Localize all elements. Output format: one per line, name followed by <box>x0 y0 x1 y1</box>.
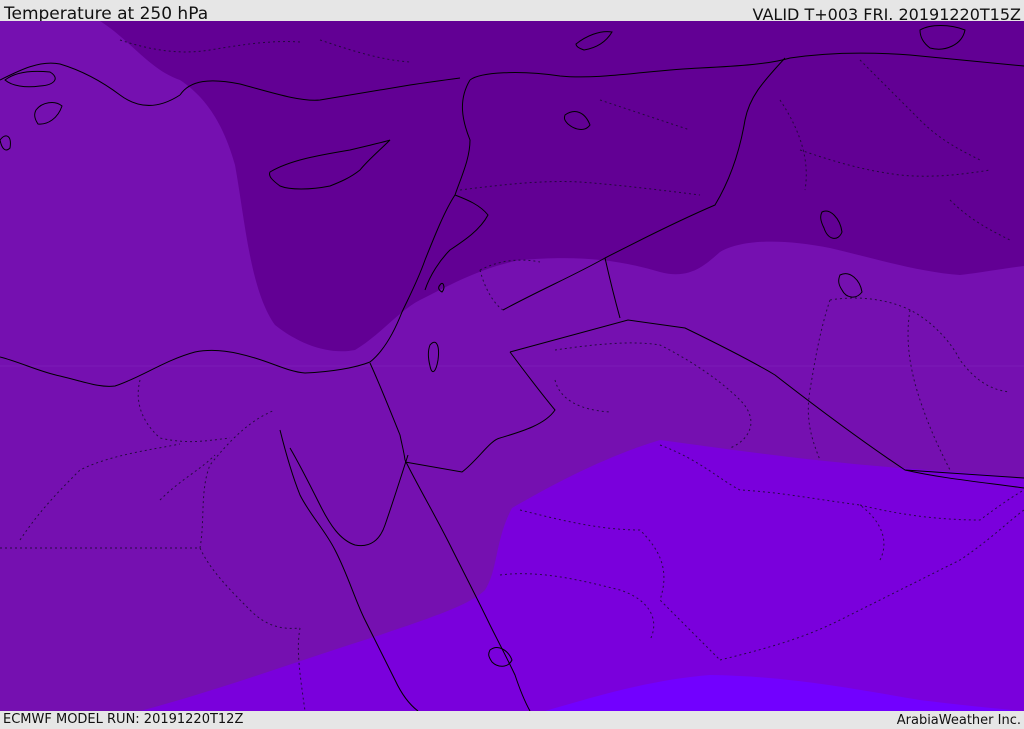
credit-label: ArabiaWeather Inc. <box>896 713 1021 728</box>
temperature-map <box>0 21 1024 711</box>
model-run: ECMWF MODEL RUN: 20191220T12Z <box>3 712 244 727</box>
